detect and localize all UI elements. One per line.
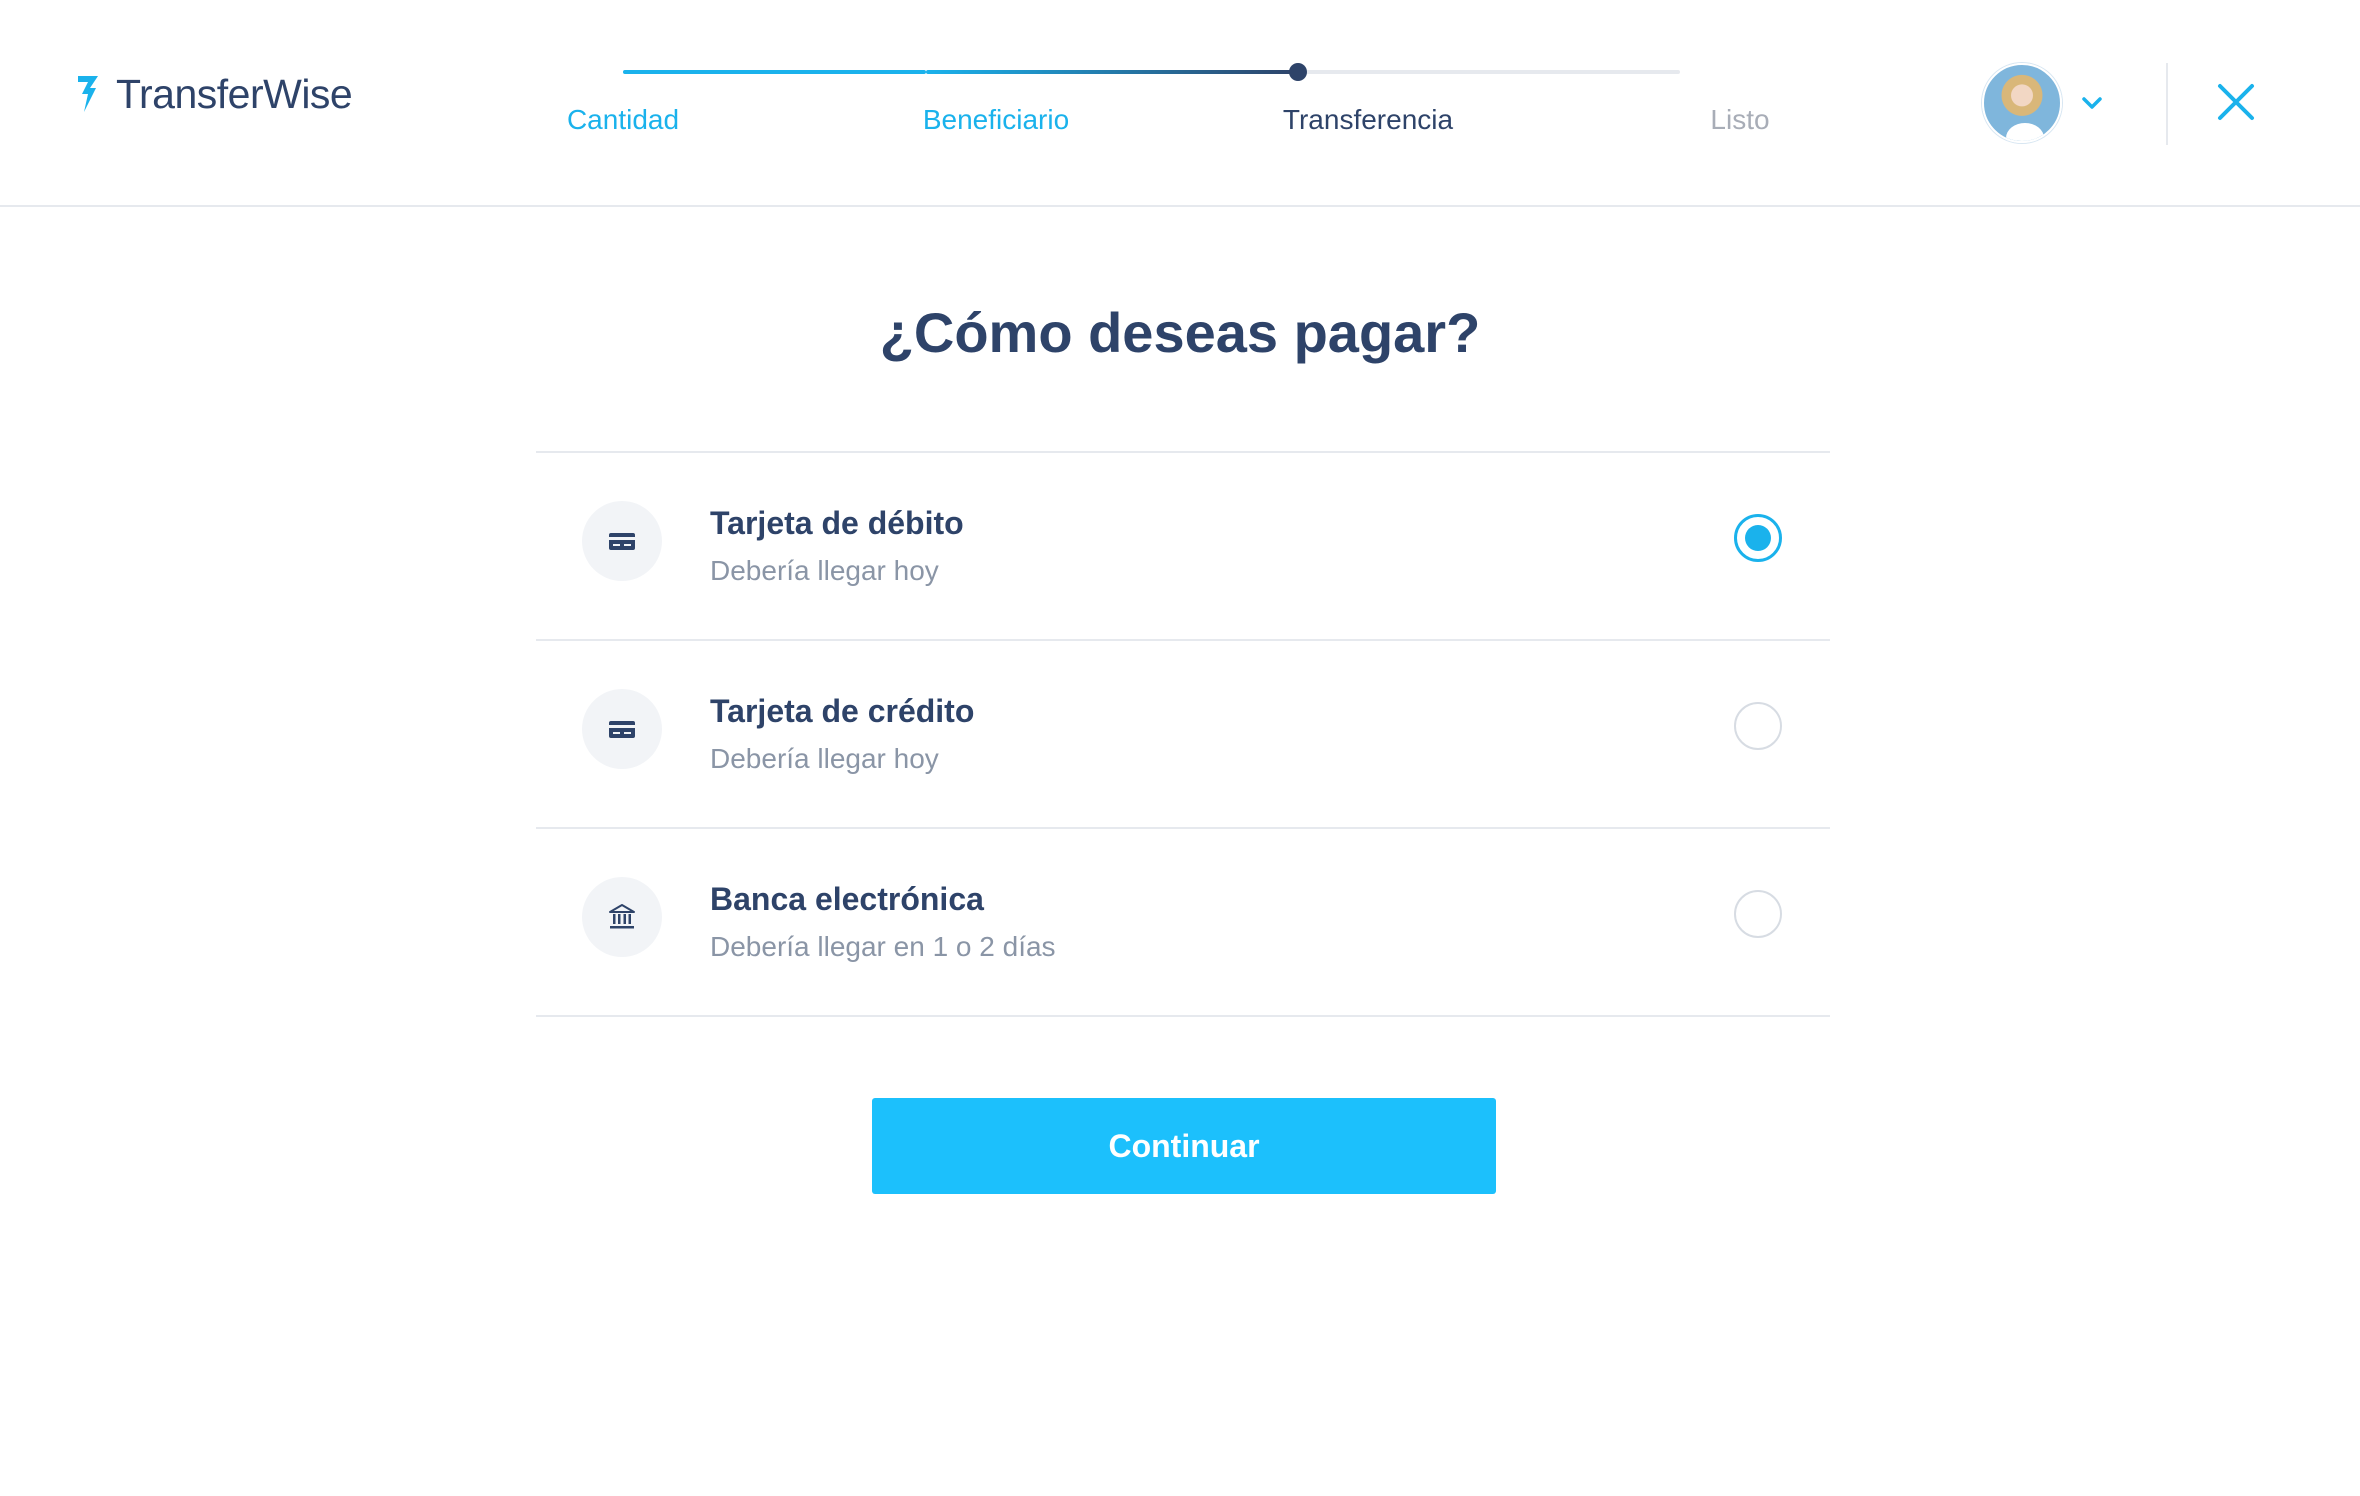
radio-button[interactable] — [1734, 702, 1782, 750]
continue-button[interactable]: Continuar — [872, 1098, 1496, 1194]
option-title: Banca electrónica — [710, 881, 984, 917]
page-title: ¿Cómo deseas pagar? — [879, 301, 1481, 364]
payment-options-list: Tarjeta de débito Debería llegar hoy Tar… — [536, 451, 1830, 1017]
option-subtitle: Debería llegar hoy — [710, 743, 939, 774]
top-bar: TransferWise Cantidad Beneficiario Trans… — [0, 0, 2360, 207]
step-line-completed — [623, 70, 926, 74]
chevron-down-icon[interactable] — [2078, 89, 2106, 117]
credit-card-icon — [582, 501, 662, 581]
bank-icon — [582, 877, 662, 957]
account-menu[interactable] — [1982, 63, 2106, 143]
step-listo: Listo — [1710, 104, 1770, 135]
option-subtitle: Debería llegar hoy — [710, 555, 939, 586]
header-divider — [2166, 63, 2168, 145]
transferwise-flag-icon — [78, 76, 98, 112]
credit-card-icon — [582, 689, 662, 769]
option-online-banking[interactable]: Banca electrónica Debería llegar en 1 o … — [536, 827, 1830, 1017]
option-debit-card[interactable]: Tarjeta de débito Debería llegar hoy — [536, 451, 1830, 639]
step-transferencia: Transferencia — [1282, 104, 1454, 135]
step-line-pending — [1297, 70, 1680, 74]
step-line-completed — [926, 70, 1297, 74]
progress-stepper: Cantidad Beneficiario Transferencia List… — [560, 60, 1780, 150]
current-step-dot — [1289, 63, 1307, 81]
option-subtitle: Debería llegar en 1 o 2 días — [710, 931, 1056, 962]
radio-button-selected[interactable] — [1734, 514, 1782, 562]
payment-method-page: TransferWise Cantidad Beneficiario Trans… — [0, 0, 2360, 1496]
logo-text: TransferWise — [116, 70, 353, 117]
close-icon[interactable] — [2216, 82, 2256, 122]
step-beneficiario[interactable]: Beneficiario — [923, 104, 1069, 136]
option-title: Tarjeta de crédito — [710, 693, 975, 729]
transferwise-logo[interactable]: TransferWise — [76, 66, 353, 122]
option-title: Tarjeta de débito — [710, 505, 964, 541]
option-credit-card[interactable]: Tarjeta de crédito Debería llegar hoy — [536, 639, 1830, 827]
radio-button[interactable] — [1734, 890, 1782, 938]
step-cantidad[interactable]: Cantidad — [567, 104, 679, 136]
avatar[interactable] — [1982, 63, 2062, 143]
